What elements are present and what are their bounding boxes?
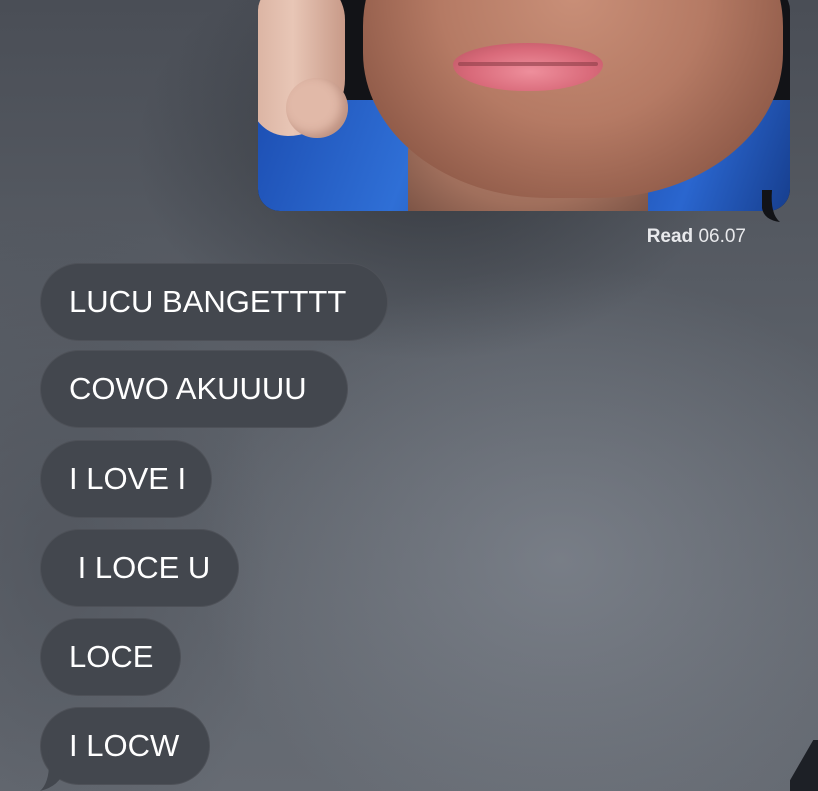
message-text: COWO AKUUUU bbox=[69, 371, 307, 406]
incoming-message[interactable]: LOCE bbox=[40, 618, 181, 696]
read-receipt: Read 06.07 bbox=[590, 226, 746, 248]
outgoing-photo-message[interactable] bbox=[258, 0, 790, 211]
message-text: I LOCW bbox=[69, 728, 180, 763]
message-text: I LOVE I bbox=[69, 461, 187, 496]
chat-thread: Read 06.07 LUCU BANGETTTT COWO AKUUUU I … bbox=[0, 0, 818, 791]
message-text: I LOCE U bbox=[69, 550, 211, 585]
incoming-bubble-tail bbox=[40, 750, 64, 791]
selfie-photo bbox=[258, 0, 790, 211]
incoming-message[interactable]: I LOCE U bbox=[40, 529, 239, 607]
photo-finger bbox=[286, 78, 348, 138]
screen-corner-shadow bbox=[790, 740, 818, 791]
photo-lip-line bbox=[458, 62, 598, 66]
message-text: LOCE bbox=[69, 639, 154, 674]
incoming-message[interactable]: LUCU BANGETTTT bbox=[40, 263, 388, 341]
incoming-message[interactable]: COWO AKUUUU bbox=[40, 350, 348, 428]
message-text: LUCU BANGETTTT bbox=[69, 284, 347, 319]
outgoing-bubble-tail bbox=[762, 190, 780, 222]
incoming-message[interactable]: I LOVE I bbox=[40, 440, 212, 518]
read-receipt-time: 06.07 bbox=[698, 226, 746, 247]
read-receipt-label: Read bbox=[646, 226, 694, 247]
